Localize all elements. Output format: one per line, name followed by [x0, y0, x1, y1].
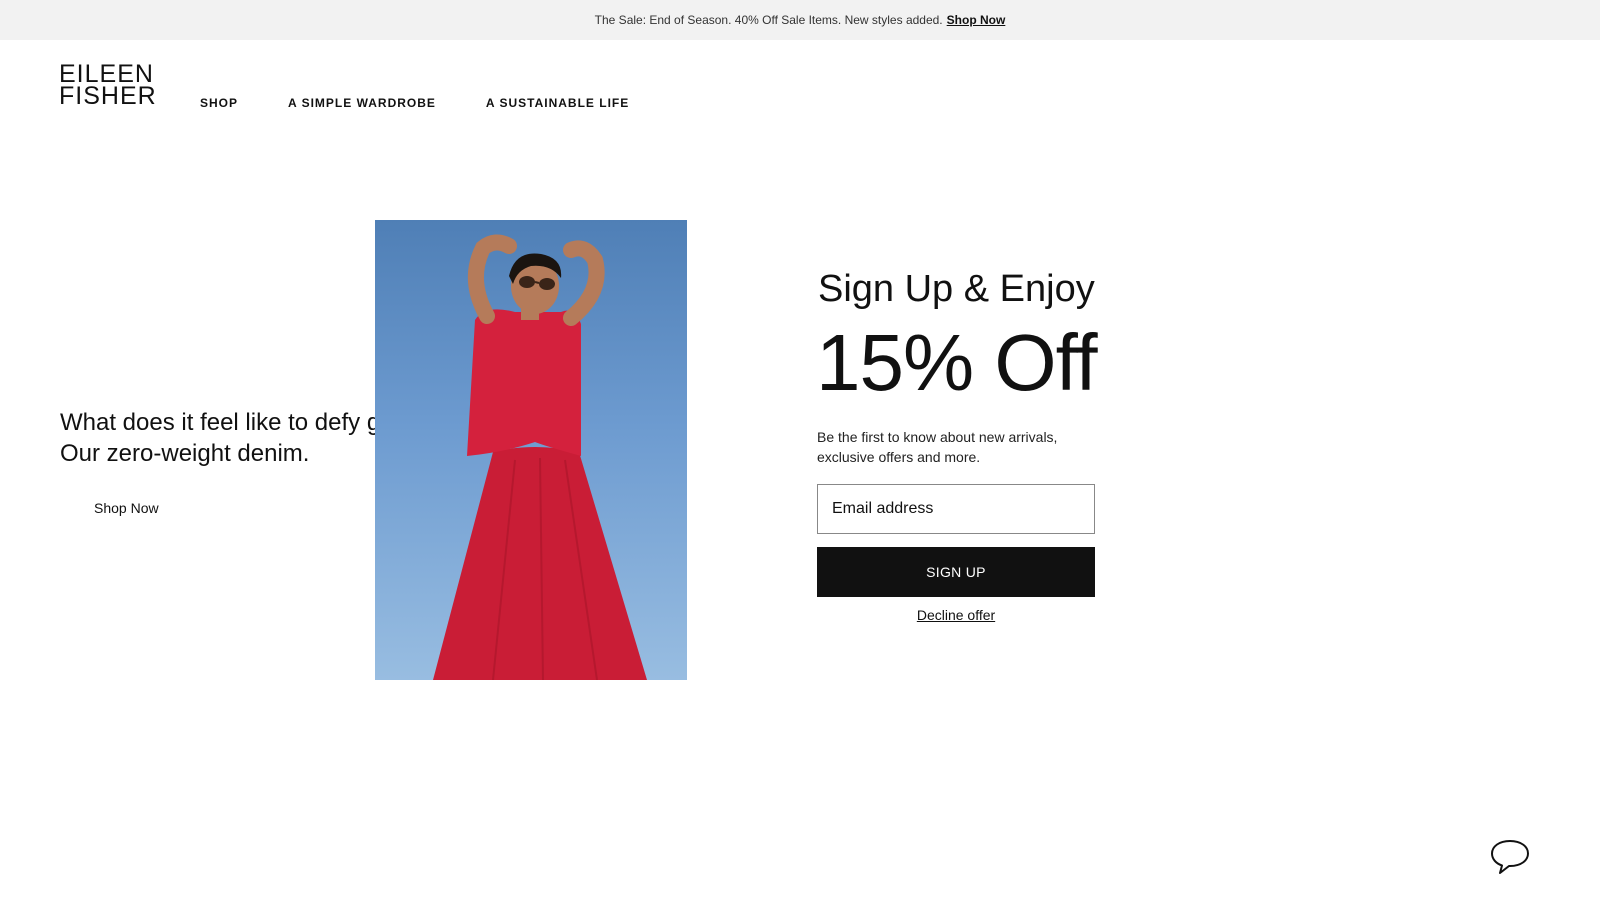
signup-description: Be the first to know about new arrivals,…: [817, 429, 1058, 465]
chat-button[interactable]: [1490, 838, 1530, 876]
chat-bubble-icon: [1491, 840, 1529, 874]
signup-title: Sign Up & Enjoy: [818, 268, 1095, 310]
promo-banner: The Sale: End of Season. 40% Off Sale It…: [0, 0, 1600, 40]
email-field[interactable]: [817, 484, 1095, 534]
promo-shop-now-link[interactable]: Shop Now: [947, 13, 1006, 27]
hero-shop-now-link[interactable]: Shop Now: [94, 500, 159, 516]
logo-line-2: FISHER: [59, 82, 157, 110]
decline-offer-link[interactable]: Decline offer: [817, 607, 1095, 623]
hero-image[interactable]: [375, 220, 687, 680]
promo-text: The Sale: End of Season. 40% Off Sale It…: [594, 13, 943, 27]
brand-logo[interactable]: EILEEN FISHER: [59, 62, 157, 110]
nav-item-simple-wardrobe[interactable]: A SIMPLE WARDROBE: [288, 96, 436, 110]
sign-up-button[interactable]: SIGN UP: [817, 547, 1095, 597]
nav-item-sustainable-life[interactable]: A SUSTAINABLE LIFE: [486, 96, 629, 110]
main-nav: SHOP A SIMPLE WARDROBE A SUSTAINABLE LIF…: [200, 96, 629, 110]
model-in-red-outfit-illustration: [433, 234, 647, 680]
nav-item-shop[interactable]: SHOP: [200, 96, 238, 110]
signup-offer: 15% Off: [816, 318, 1098, 407]
